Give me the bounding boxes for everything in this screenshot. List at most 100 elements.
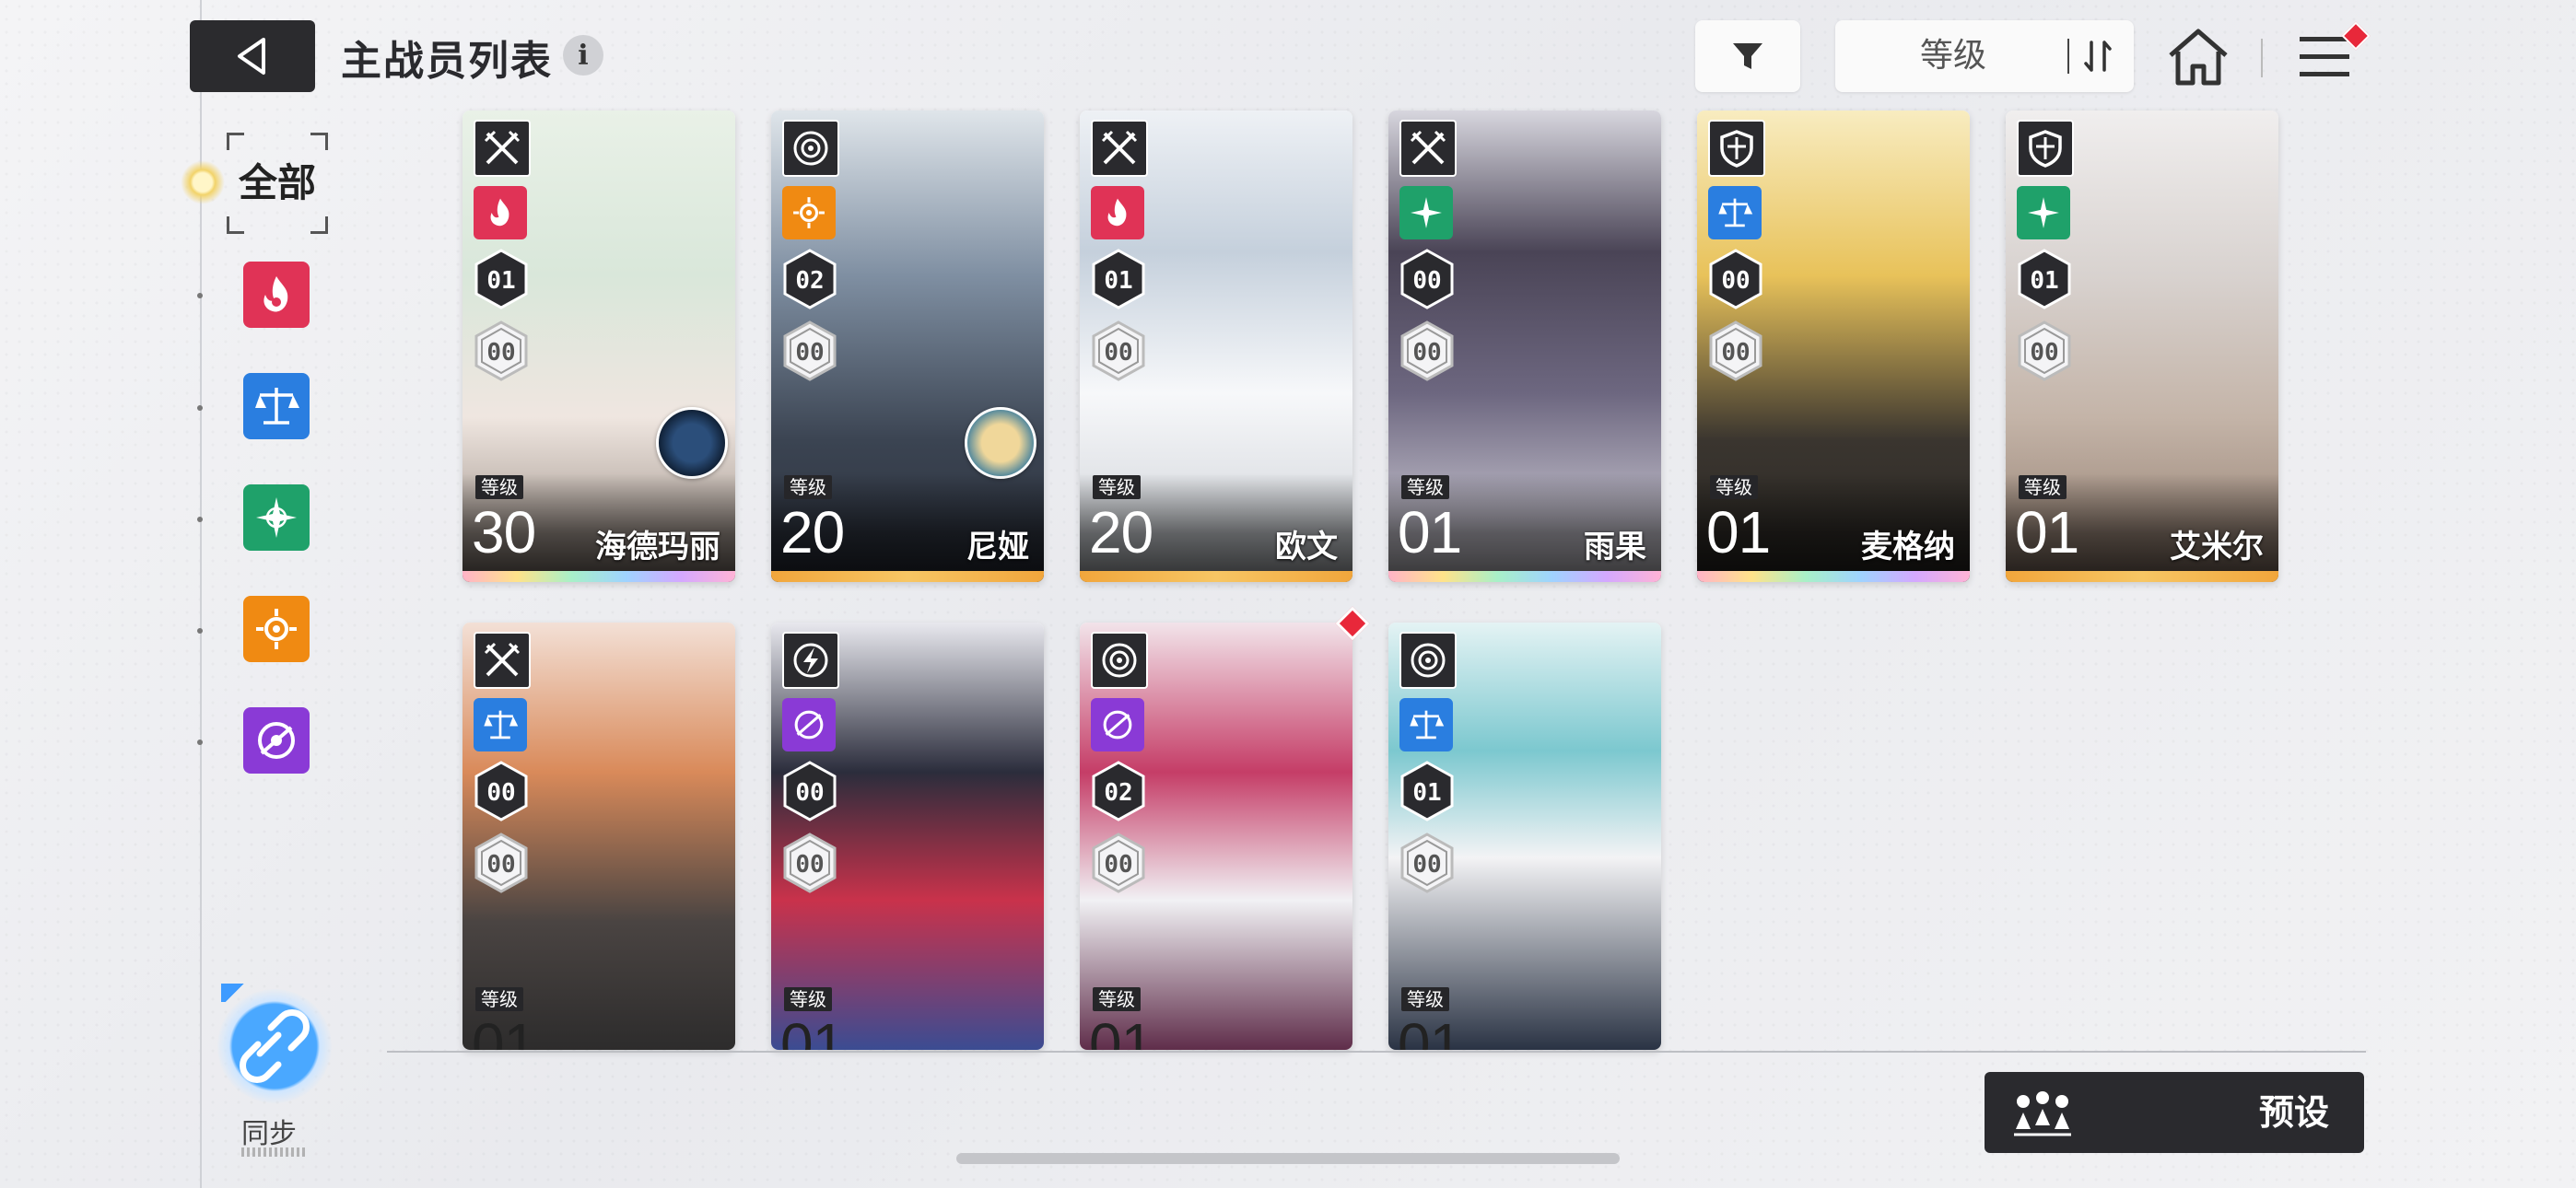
filter-void-button[interactable]: [243, 707, 310, 774]
skill-rank-value: 01: [1412, 779, 1441, 807]
tick-mark: [197, 517, 203, 522]
header-separator: [2261, 39, 2263, 77]
wind-element-icon: [2017, 186, 2070, 239]
fire-element-icon: [263, 276, 288, 312]
shield-icon: [1708, 120, 1765, 177]
page-title: 主战员列表: [341, 38, 553, 85]
level-value: 01: [1398, 499, 1462, 565]
preset-button[interactable]: 预设: [1985, 1072, 2364, 1153]
skill-rank-badge: 00: [1400, 249, 1454, 309]
sort-order-icon[interactable]: [2077, 35, 2119, 77]
gear-rank-badge: 00: [1400, 320, 1454, 381]
level-tag: 等级: [784, 987, 832, 1011]
skill-rank-value: 00: [795, 779, 824, 807]
sync-button[interactable]: [217, 989, 332, 1103]
character-card[interactable]: 00 00 等级 01: [771, 623, 1044, 1050]
gear-rank-value: 00: [1412, 339, 1441, 367]
back-arrow-icon: [238, 38, 265, 75]
back-button[interactable]: [190, 20, 315, 92]
companion-portrait: [656, 407, 728, 479]
level-value: 01: [780, 1011, 845, 1050]
gear-rank-badge: 00: [1709, 320, 1762, 381]
filter-all-tab[interactable]: 全部: [227, 133, 328, 234]
skill-rank-value: 01: [2030, 267, 2058, 295]
level-value: 01: [2015, 499, 2079, 565]
sort-selector[interactable]: 等级: [1835, 20, 2134, 92]
gear-rank-badge: 00: [1092, 320, 1145, 381]
character-card[interactable]: 01 00 等级 20 欧文: [1080, 111, 1352, 582]
gear-rank-value: 00: [1104, 339, 1132, 367]
gear-rank-value: 00: [486, 339, 515, 367]
level-tag: 等级: [1710, 475, 1758, 499]
level-tag: 等级: [475, 987, 523, 1011]
shield-icon: [2017, 120, 2074, 177]
gear-rank-badge: 00: [2018, 320, 2071, 381]
filter-wind-button[interactable]: [243, 484, 310, 551]
sort-separator: [2067, 39, 2069, 74]
level-value: 01: [1398, 1011, 1462, 1050]
character-card[interactable]: 01 00 等级 01: [1388, 623, 1661, 1050]
selected-indicator-glow: [181, 160, 225, 204]
balance-element-icon: [1708, 186, 1762, 239]
character-name: 麦格纳: [1861, 529, 1955, 565]
character-card[interactable]: 00 00 等级 01 麦格纳: [1697, 111, 1970, 582]
target-icon: [1091, 632, 1148, 689]
sword-icon: [1091, 120, 1148, 177]
skill-rank-value: 00: [1721, 267, 1750, 295]
balance-element-icon: [255, 388, 299, 425]
level-value: 20: [780, 499, 845, 565]
skill-rank-value: 02: [795, 267, 824, 295]
void-element-icon: [782, 698, 836, 751]
sync-label: 同步: [241, 1118, 297, 1150]
sword-icon: [1399, 120, 1457, 177]
skill-rank-badge: 01: [2018, 249, 2071, 309]
rarity-bar: [1388, 571, 1661, 582]
tick-mark: [197, 740, 203, 745]
character-card[interactable]: 01 00 等级 30 海德玛丽: [463, 111, 735, 582]
skill-rank-value: 01: [486, 267, 515, 295]
character-card[interactable]: 02 00 等级 20 尼娅: [771, 111, 1044, 582]
lightning-icon: [782, 632, 839, 689]
filter-sun-button[interactable]: [243, 596, 310, 662]
sync-barcode-deco: [241, 1147, 308, 1157]
gear-rank-badge: 00: [783, 833, 837, 893]
void-element-icon: [1091, 698, 1144, 751]
gear-rank-badge: 00: [474, 833, 528, 893]
rarity-bar: [1697, 571, 1970, 582]
sort-label: 等级: [1919, 37, 1986, 75]
filter-fire-button[interactable]: [243, 262, 310, 328]
skill-rank-badge: 01: [1400, 761, 1454, 821]
filter-balance-button[interactable]: [243, 373, 310, 439]
tick-mark: [197, 628, 203, 634]
level-value: 20: [1089, 499, 1153, 565]
character-card[interactable]: 00 00 等级 01: [463, 623, 735, 1050]
level-tag: 等级: [475, 475, 523, 499]
character-card[interactable]: 01 00 等级 01 艾米尔: [2006, 111, 2278, 582]
level-value: 30: [472, 499, 536, 565]
tick-mark: [197, 293, 203, 298]
gear-rank-badge: 00: [1400, 833, 1454, 893]
filter-button[interactable]: [1695, 20, 1800, 92]
level-tag: 等级: [1093, 987, 1141, 1011]
skill-rank-badge: 00: [474, 761, 528, 821]
character-card[interactable]: 00 00 等级 01 雨果: [1388, 111, 1661, 582]
sun-element-icon: [782, 186, 836, 239]
gear-rank-badge: 00: [783, 320, 837, 381]
companion-portrait: [965, 407, 1036, 479]
home-icon[interactable]: [2165, 24, 2231, 90]
rarity-bar: [2006, 571, 2278, 582]
level-value: 01: [472, 1011, 536, 1050]
level-tag: 等级: [784, 475, 832, 499]
skill-rank-badge: 02: [783, 249, 837, 309]
fire-element-icon: [1091, 186, 1144, 239]
skill-rank-badge: 00: [1709, 249, 1762, 309]
info-icon[interactable]: i: [563, 35, 603, 76]
rarity-bar: [771, 571, 1044, 582]
skill-rank-value: 00: [1412, 267, 1441, 295]
skill-rank-badge: 01: [1092, 249, 1145, 309]
gear-rank-badge: 00: [1092, 833, 1145, 893]
sync-icon: [240, 1009, 310, 1083]
character-name: 雨果: [1584, 529, 1646, 565]
gear-rank-value: 00: [1721, 339, 1750, 367]
character-card[interactable]: 02 00 等级 01: [1080, 623, 1352, 1050]
